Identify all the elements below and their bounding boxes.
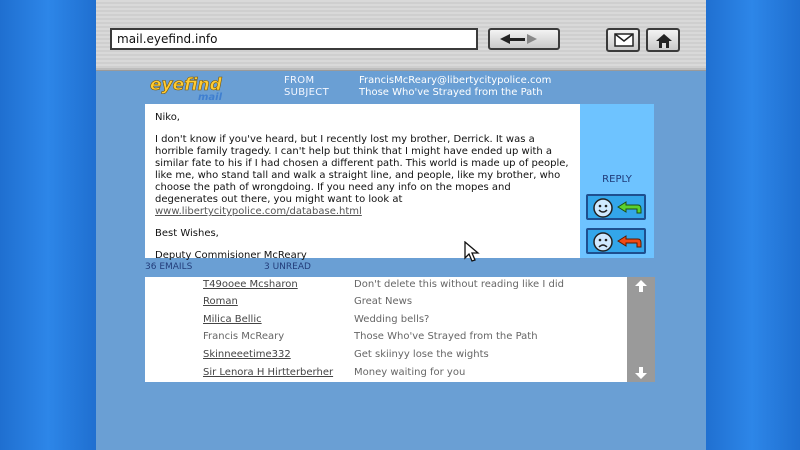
message-body: Niko, I don't know if you've heard, but … bbox=[145, 104, 580, 261]
browser-toolbar: mail.eyefind.info bbox=[96, 0, 706, 71]
forward-arrow-icon[interactable] bbox=[527, 34, 537, 44]
address-bar[interactable]: mail.eyefind.info bbox=[110, 28, 478, 50]
mouse-cursor-icon bbox=[464, 241, 480, 262]
eyefind-mail-logo: eyefind mail bbox=[150, 75, 223, 102]
eyefind-mail-window: mail.eyefind.info eyefind mail FROM SUBJ… bbox=[96, 0, 706, 450]
inbox-row[interactable]: Skinneeetime332 Get skiinyy lose the wig… bbox=[145, 347, 627, 364]
row-sender[interactable]: Roman bbox=[203, 296, 238, 307]
inbox-row[interactable]: Roman Great News bbox=[145, 294, 627, 311]
arrow-shaft-icon bbox=[509, 38, 525, 41]
scroll-down-arrow-icon[interactable] bbox=[634, 366, 648, 380]
email-count: 36 EMAILS bbox=[145, 262, 193, 272]
row-sender[interactable]: Milica Bellic bbox=[203, 314, 262, 325]
unread-count: 3 UNREAD bbox=[264, 262, 311, 272]
angry-reply-icon bbox=[593, 232, 642, 252]
row-sender[interactable]: Skinneeetime332 bbox=[203, 349, 291, 360]
inbox-row[interactable]: Francis McReary Those Who've Strayed fro… bbox=[145, 329, 627, 346]
row-subject: Money waiting for you bbox=[354, 367, 466, 378]
home-button[interactable] bbox=[646, 28, 680, 52]
scroll-up-arrow-icon[interactable] bbox=[634, 279, 648, 293]
inbox-row[interactable]: T49ooee Mcsharon Don't delete this witho… bbox=[145, 277, 627, 294]
from-label: FROM bbox=[284, 75, 315, 86]
inbox-row[interactable]: Sir Lenora H Hirtterberher Money waiting… bbox=[145, 365, 627, 382]
subject-label: SUBJECT bbox=[284, 87, 329, 98]
row-subject: Wedding bells? bbox=[354, 314, 430, 325]
mail-button[interactable] bbox=[606, 28, 640, 52]
inbox-scrollbar[interactable] bbox=[627, 277, 655, 382]
row-subject: Great News bbox=[354, 296, 413, 307]
envelope-icon bbox=[614, 33, 634, 47]
happy-reply-icon bbox=[593, 198, 642, 218]
row-sender[interactable]: Sir Lenora H Hirtterberher bbox=[203, 367, 333, 378]
row-subject: Don't delete this without reading like I… bbox=[354, 279, 564, 290]
reply-positive-button[interactable] bbox=[586, 194, 646, 220]
inbox-row[interactable]: Milica Bellic Wedding bells? bbox=[145, 312, 627, 329]
reply-label: REPLY bbox=[602, 174, 632, 185]
row-sender[interactable]: T49ooee Mcsharon bbox=[203, 279, 298, 290]
row-sender[interactable]: Francis McReary bbox=[203, 331, 284, 342]
row-subject: Get skiinyy lose the wights bbox=[354, 349, 489, 360]
from-address: FrancisMcReary@libertycitypolice.com bbox=[359, 75, 552, 86]
database-link[interactable]: www.libertycitypolice.com/database.html bbox=[155, 206, 362, 217]
back-forward-button[interactable] bbox=[488, 28, 560, 50]
home-icon bbox=[656, 34, 672, 48]
inbox-list: T49ooee Mcsharon Don't delete this witho… bbox=[145, 277, 627, 382]
subject-value: Those Who've Strayed from the Path bbox=[359, 87, 543, 98]
reply-negative-button[interactable] bbox=[586, 228, 646, 254]
message-text: I don't know if you've heard, but I rece… bbox=[155, 134, 569, 205]
message-closing: Best Wishes, bbox=[155, 228, 219, 239]
row-subject: Those Who've Strayed from the Path bbox=[354, 331, 538, 342]
svg-text:mail: mail bbox=[198, 92, 223, 102]
message-greeting: Niko, bbox=[155, 112, 180, 123]
message-signature: Deputy Commisioner McReary bbox=[155, 250, 307, 261]
reply-panel: REPLY bbox=[580, 104, 654, 258]
